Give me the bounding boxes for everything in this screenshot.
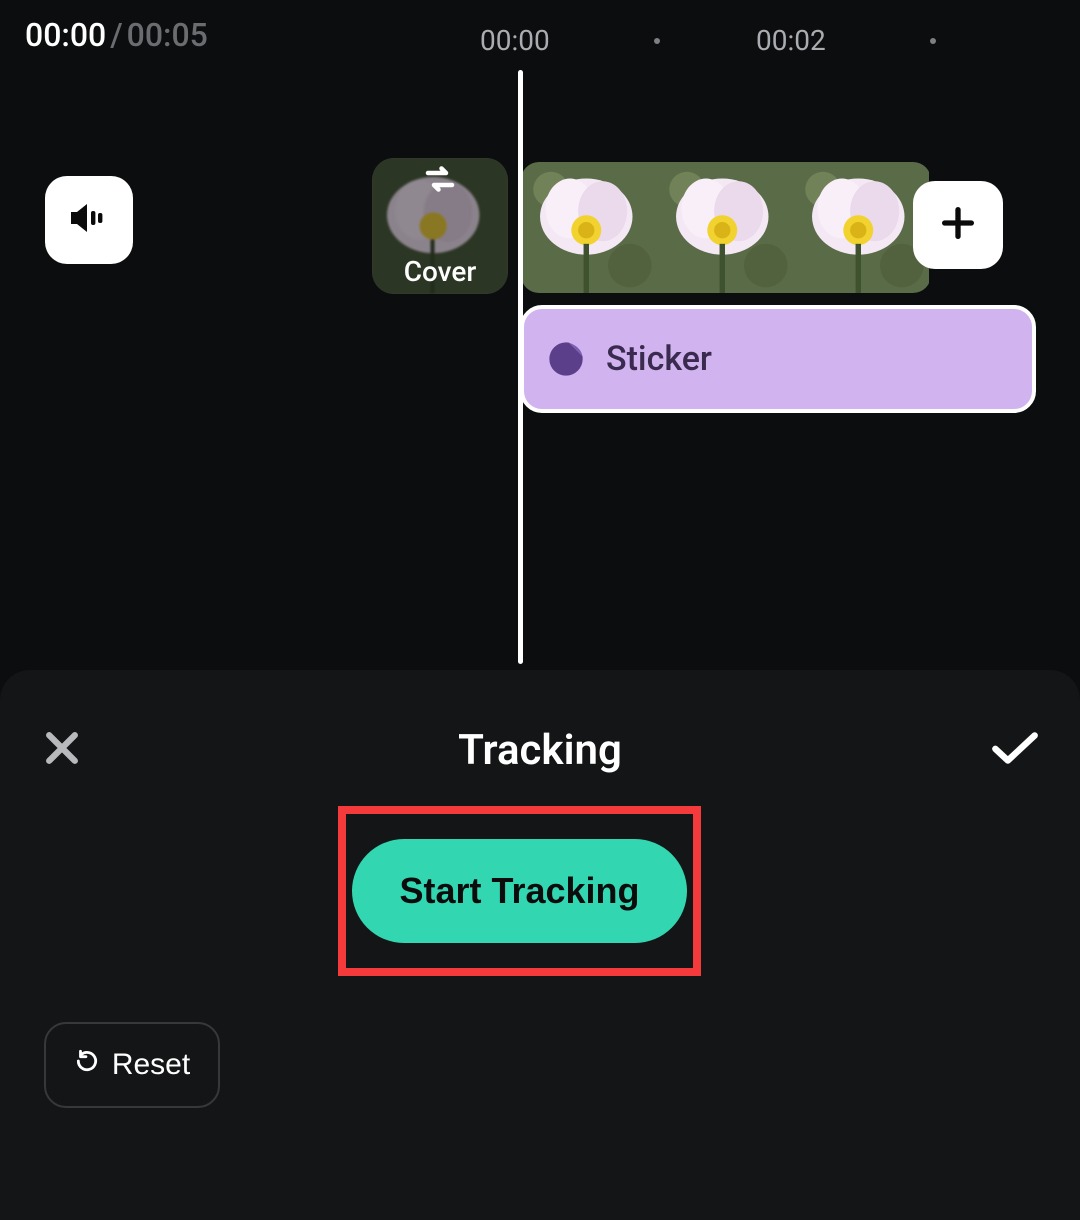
panel-title: Tracking <box>458 726 622 775</box>
audio-toggle-button[interactable] <box>45 176 133 264</box>
plus-icon <box>938 203 978 247</box>
confirm-button[interactable] <box>990 728 1040 772</box>
clip-frame <box>521 162 657 293</box>
time-current: 00:00 <box>25 16 106 54</box>
speaker-icon <box>65 194 113 246</box>
add-clip-button[interactable] <box>913 181 1003 269</box>
cover-label: Cover <box>404 255 477 288</box>
sticker-icon <box>544 337 588 381</box>
tutorial-highlight: Start Tracking <box>338 806 701 976</box>
cover-thumbnail[interactable]: Cover <box>372 158 508 294</box>
sticker-label: Sticker <box>606 339 712 379</box>
clip-frame <box>657 162 793 293</box>
swap-icon <box>422 165 458 197</box>
reset-label: Reset <box>112 1048 190 1082</box>
reset-button[interactable]: Reset <box>44 1022 220 1108</box>
clip-frame <box>793 162 929 293</box>
start-tracking-label: Start Tracking <box>399 870 639 912</box>
video-clip[interactable] <box>521 162 931 293</box>
close-button[interactable] <box>40 726 84 774</box>
ruler-mark-0: 00:00 <box>480 24 550 57</box>
timeline[interactable]: Cover <box>0 70 1080 670</box>
sticker-track[interactable]: Sticker <box>520 305 1036 413</box>
ruler-mark-1: 00:02 <box>756 24 826 57</box>
time-total: 00:05 <box>127 16 208 54</box>
reset-icon <box>74 1048 100 1082</box>
ruler-dot-0 <box>654 38 660 44</box>
playhead[interactable] <box>518 70 523 664</box>
ruler-dot-1 <box>930 38 936 44</box>
start-tracking-button[interactable]: Start Tracking <box>352 839 687 943</box>
time-separator: / <box>110 16 122 54</box>
tracking-panel: Tracking Start Tracking Reset <box>0 670 1080 1220</box>
